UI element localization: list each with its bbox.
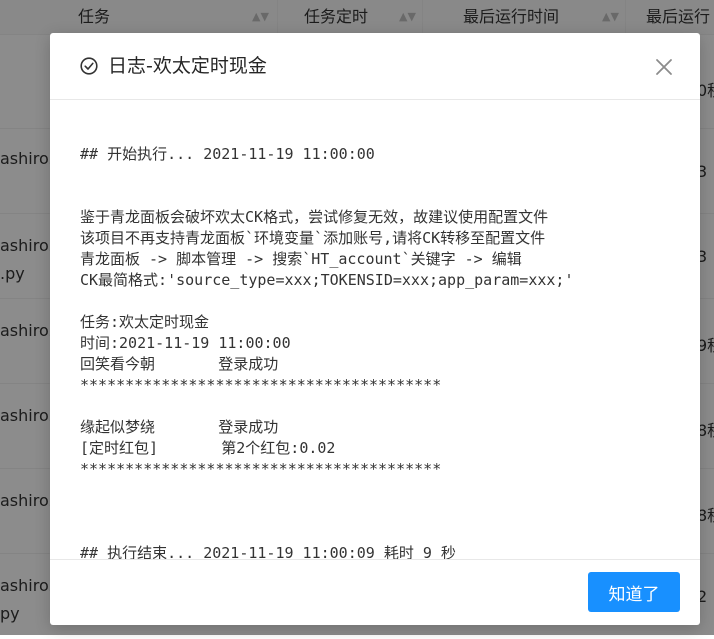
close-button[interactable]: [650, 55, 678, 79]
log-line: 该项目不再支持青龙面板`环境变量`添加账号,请将CK转移至配置文件: [80, 229, 546, 247]
close-icon[interactable]: [650, 55, 678, 79]
log-line: ****************************************: [80, 460, 442, 478]
log-line: 任务:欢太定时现金: [80, 313, 210, 331]
log-line: 青龙面板 -> 脚本管理 -> 搜索`HT_account`关键字 -> 编辑: [80, 250, 522, 268]
log-content: ## 开始执行... 2021-11-19 11:00:00 鉴于青龙面板会破坏…: [80, 123, 670, 564]
log-line: 时间:2021-11-19 11:00:00: [80, 334, 291, 352]
log-line: ## 开始执行... 2021-11-19 11:00:00: [80, 145, 375, 163]
log-line: 缘起似梦绕 登录成功: [80, 418, 279, 436]
ok-button[interactable]: 知道了: [588, 572, 680, 612]
modal-header: 日志-欢太定时现金: [50, 33, 700, 100]
log-modal: 日志-欢太定时现金 ## 开始执行... 2021-11-19 11:00:00…: [50, 33, 700, 625]
log-line: ****************************************: [80, 376, 442, 394]
modal-footer: 知道了: [50, 559, 700, 625]
modal-body[interactable]: ## 开始执行... 2021-11-19 11:00:00 鉴于青龙面板会破坏…: [50, 101, 700, 562]
log-line: CK最简格式:'source_type=xxx;TOKENSID=xxx;app…: [80, 271, 574, 289]
modal-title: 日志-欢太定时现金: [108, 55, 267, 77]
log-line: 回笑看今朝 登录成功: [80, 355, 279, 373]
log-line: [定时红包] 第2个红包:0.02: [80, 439, 336, 457]
check-circle-icon: [80, 57, 98, 75]
log-line: 鉴于青龙面板会破坏欢太CK格式，尝试修复无效，故建议使用配置文件: [80, 208, 549, 226]
